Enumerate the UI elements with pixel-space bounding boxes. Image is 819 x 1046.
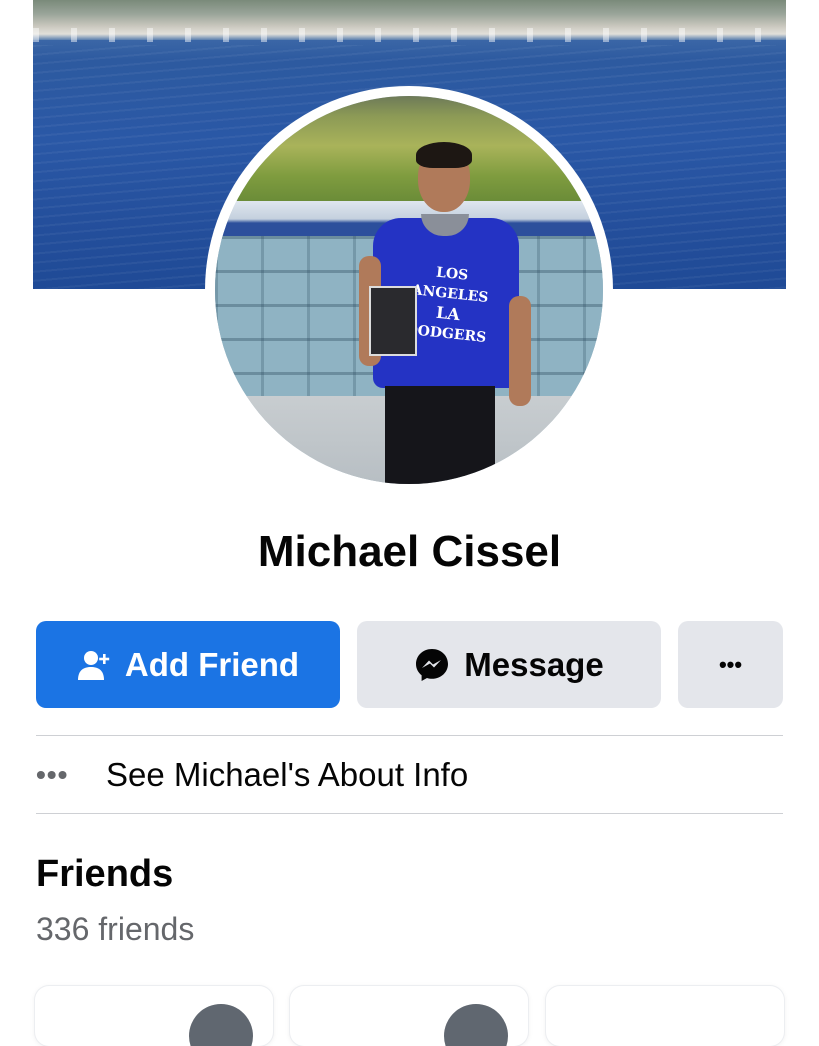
profile-avatar[interactable]: LOS ANGELES LA DODGERS: [205, 86, 613, 494]
messenger-icon: [414, 647, 450, 683]
more-dots-icon: •••: [36, 759, 69, 790]
more-options-button[interactable]: •••: [678, 621, 783, 708]
about-info-label: See Michael's About Info: [106, 755, 469, 793]
add-friend-label: Add Friend: [124, 645, 300, 683]
friend-card[interactable]: [290, 986, 528, 1046]
friends-count[interactable]: 336 friends: [36, 905, 194, 953]
about-info-link[interactable]: ••• See Michael's About Info: [36, 736, 783, 813]
friend-avatar: [189, 1004, 253, 1046]
divider-bottom: [36, 813, 783, 814]
message-label: Message: [464, 645, 604, 683]
more-icon: •••: [718, 651, 743, 677]
friend-card[interactable]: [35, 986, 273, 1046]
friend-card[interactable]: [546, 986, 784, 1046]
message-button[interactable]: Message: [357, 621, 661, 708]
friend-avatar: [444, 1004, 508, 1046]
friends-section-title: Friends: [36, 853, 174, 895]
photo-person: LOS ANGELES LA DODGERS: [355, 142, 535, 484]
person-pants: [385, 386, 495, 484]
cover-boats: [33, 28, 786, 42]
person-add-icon: [77, 648, 111, 682]
profile-name: Michael Cissel: [257, 527, 562, 576]
person-book: [369, 286, 417, 356]
person-hair: [416, 142, 472, 168]
person-right-arm: [509, 296, 531, 406]
add-friend-button[interactable]: Add Friend: [36, 621, 340, 708]
profile-photo: LOS ANGELES LA DODGERS: [215, 96, 603, 484]
